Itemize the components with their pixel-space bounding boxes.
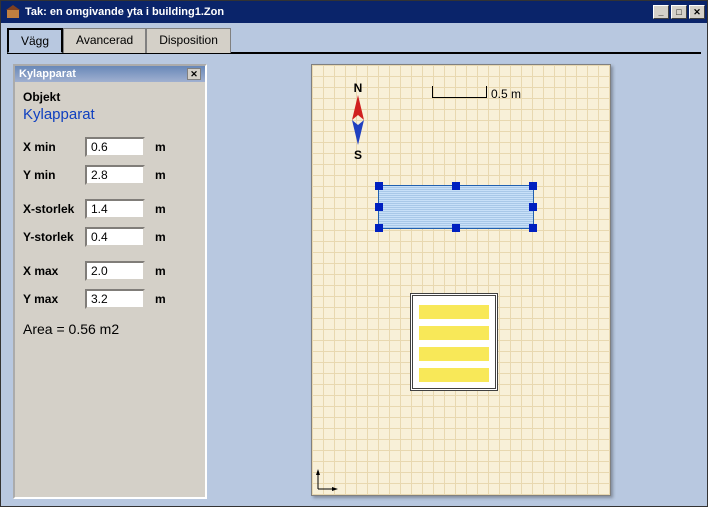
ymin-input[interactable] <box>85 165 145 185</box>
xmax-label: X max <box>23 264 85 278</box>
panel-body: Objekt Kylapparat X min m Y min m X-stor… <box>15 82 205 345</box>
resize-handle-br[interactable] <box>529 224 537 232</box>
xsize-label: X-storlek <box>23 202 85 216</box>
xmax-unit: m <box>155 264 166 278</box>
secondary-object[interactable] <box>410 293 498 391</box>
panel-titlebar[interactable]: Kylapparat ✕ <box>15 66 205 82</box>
scale-bar-icon <box>432 90 487 98</box>
ymax-label: Y max <box>23 292 85 306</box>
xmin-label: X min <box>23 140 85 154</box>
minimize-button[interactable]: _ <box>653 5 669 19</box>
tab-vagg[interactable]: Vägg <box>7 28 63 53</box>
scale-bar: 0.5 m <box>432 87 521 101</box>
ymax-unit: m <box>155 292 166 306</box>
content-area: Kylapparat ✕ Objekt Kylapparat X min m Y… <box>1 54 707 509</box>
ysize-input[interactable] <box>85 227 145 247</box>
maximize-button[interactable]: □ <box>671 5 687 19</box>
object-name: Kylapparat <box>23 106 197 123</box>
scale-label: 0.5 m <box>491 87 521 101</box>
object-heading: Objekt <box>23 90 197 104</box>
ymin-label: Y min <box>23 168 85 182</box>
resize-handle-tl[interactable] <box>375 182 383 190</box>
app-window: Tak: en omgivande yta i building1.Zon _ … <box>0 0 708 507</box>
resize-handle-tm[interactable] <box>452 182 460 190</box>
compass-north-label: N <box>348 81 368 95</box>
ymax-input[interactable] <box>85 289 145 309</box>
tab-avancerad[interactable]: Avancerad <box>63 28 146 53</box>
xmin-input[interactable] <box>85 137 145 157</box>
canvas-wrap: N S 0.5 m <box>227 64 695 499</box>
xmax-input[interactable] <box>85 261 145 281</box>
compass-arrow-icon <box>348 95 368 145</box>
selected-object[interactable] <box>378 185 534 229</box>
compass-south-label: S <box>348 148 368 162</box>
resize-handle-ml[interactable] <box>375 203 383 211</box>
ysize-unit: m <box>155 230 166 244</box>
resize-handle-bl[interactable] <box>375 224 383 232</box>
xmin-unit: m <box>155 140 166 154</box>
xsize-input[interactable] <box>85 199 145 219</box>
tab-bar: Vägg Avancerad Disposition <box>1 23 707 52</box>
resize-handle-tr[interactable] <box>529 182 537 190</box>
titlebar[interactable]: Tak: en omgivande yta i building1.Zon _ … <box>1 1 707 23</box>
resize-handle-mr[interactable] <box>529 203 537 211</box>
panel-title: Kylapparat <box>19 68 76 80</box>
tab-disposition[interactable]: Disposition <box>146 28 231 53</box>
close-button[interactable]: ✕ <box>689 5 705 19</box>
drawing-canvas[interactable]: N S 0.5 m <box>311 64 611 496</box>
hatch-fill-icon <box>419 302 489 382</box>
origin-icon <box>316 469 338 491</box>
window-title: Tak: en omgivande yta i building1.Zon <box>25 6 653 18</box>
window-controls: _ □ ✕ <box>653 5 705 19</box>
xsize-unit: m <box>155 202 166 216</box>
ymin-unit: m <box>155 168 166 182</box>
properties-panel: Kylapparat ✕ Objekt Kylapparat X min m Y… <box>13 64 207 499</box>
ysize-label: Y-storlek <box>23 230 85 244</box>
resize-handle-bm[interactable] <box>452 224 460 232</box>
app-icon <box>5 4 21 20</box>
compass: N S <box>348 81 368 162</box>
area-readout: Area = 0.56 m2 <box>23 321 197 337</box>
panel-close-button[interactable]: ✕ <box>187 68 201 80</box>
